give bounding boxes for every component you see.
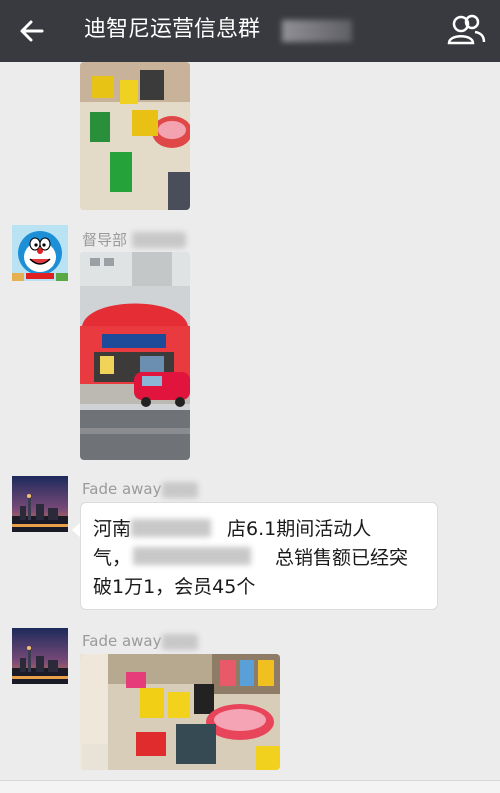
message-photo-1[interactable] — [80, 62, 190, 210]
title-redaction — [282, 20, 352, 42]
fade-away-avatar-icon[interactable] — [12, 628, 68, 684]
sender-name-redaction — [162, 634, 198, 650]
message-text-bubble[interactable]: 河南 店6.1期间活动人 气， 总销售额已经突 破1万1，会员45个 — [80, 502, 438, 610]
text-redaction — [131, 519, 211, 537]
fade-away-avatar-icon[interactable] — [12, 476, 68, 532]
doraemon-avatar-icon[interactable] — [12, 225, 68, 281]
sender-name-redaction — [162, 482, 198, 498]
message-photo-3[interactable] — [80, 654, 280, 770]
chat-area[interactable]: 督导部 Fade away 河南 店6.1期间活动人 气， 总销售额已经突 破1… — [0, 62, 500, 792]
bottom-bar — [0, 780, 500, 793]
group-members-icon[interactable] — [446, 12, 486, 48]
sender-name: Fade away — [82, 480, 162, 498]
sender-name-redaction — [132, 232, 186, 248]
sender-name: 督导部 — [82, 231, 128, 249]
back-arrow-icon[interactable] — [14, 13, 50, 49]
message-photo-2[interactable] — [80, 252, 190, 460]
text-redaction — [133, 547, 251, 565]
chat-header: 迪智尼运营信息群 — [0, 0, 500, 62]
sender-name: Fade away — [82, 632, 162, 650]
chat-title: 迪智尼运营信息群 — [84, 17, 261, 42]
message-line: 破1万1，会员45个 — [93, 576, 256, 598]
